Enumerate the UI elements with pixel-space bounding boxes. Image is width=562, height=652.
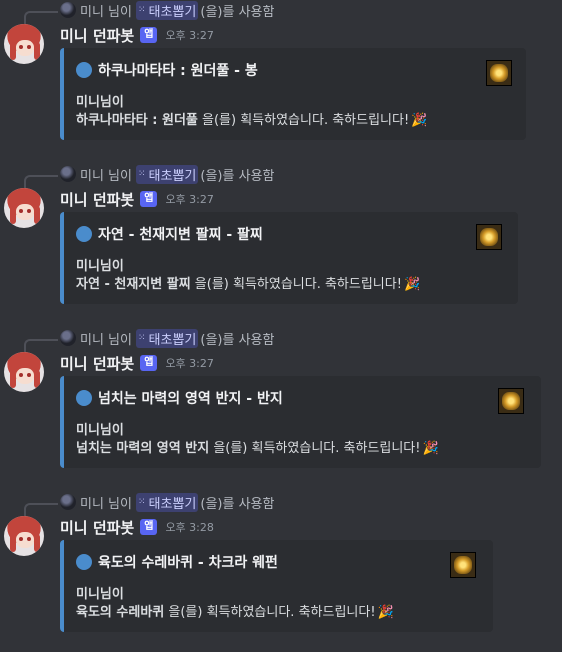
- reply-avatar[interactable]: [60, 330, 76, 346]
- timestamp[interactable]: 오후 3:28: [165, 519, 213, 535]
- embed-title: 육도의 수레바퀴 - 차크라 웨펀: [76, 552, 278, 572]
- timestamp[interactable]: 오후 3:27: [165, 191, 213, 207]
- party-popper-icon: 🎉: [422, 441, 439, 456]
- reply-context[interactable]: 미니 님이 ⁙ 태초뽑기 (을)를 사용함: [60, 492, 274, 512]
- reply-username[interactable]: 미니 님이: [80, 165, 132, 184]
- app-badge: 앱: [140, 355, 158, 371]
- embed-description: 육도의 수레바퀴 을(를) 획득하였습니다. 축하드립니다! 🎉: [76, 601, 394, 620]
- command-name: 태초뽑기: [148, 4, 197, 20]
- bot-username[interactable]: 미니 던파봇: [60, 517, 134, 538]
- command-name: 태초뽑기: [148, 496, 197, 512]
- reply-suffix: (을)를 사용함: [200, 496, 275, 512]
- item-name: 자연 - 천재지변 팔찌: [76, 277, 191, 292]
- app-badge: 앱: [140, 191, 158, 207]
- embed-title-text: 넘치는 마력의 영역 반지 - 반지: [98, 391, 283, 407]
- party-popper-icon: 🎉: [403, 277, 421, 292]
- embed-title: 자연 - 천재지변 팔찌 - 팔찌: [76, 224, 263, 244]
- command-name: 태초뽑기: [148, 332, 197, 348]
- bot-username[interactable]: 미니 던파봇: [60, 25, 134, 46]
- message: 미니 님이 ⁙ 태초뽑기 (을)를 사용함 미니 던파봇 앱 오후 3:27 하쿠…: [0, 0, 562, 160]
- acquired-text: 을(를) 획득하였습니다. 축하드립니다!: [164, 605, 376, 620]
- reply-avatar[interactable]: [60, 494, 76, 510]
- item-name: 하쿠나마타타 : 원더풀: [76, 113, 198, 128]
- item-thumbnail[interactable]: [486, 60, 512, 86]
- embed-user: 미니님이: [76, 95, 124, 110]
- blue-circle-icon: [76, 390, 92, 406]
- bot-avatar[interactable]: [4, 24, 44, 64]
- acquired-text: 을(를) 획득하였습니다. 축하드립니다!: [209, 441, 421, 456]
- embed-description: 넘치는 마력의 영역 반지 을(를) 획득하였습니다. 축하드립니다! 🎉: [76, 437, 439, 456]
- slash-command-icon: ⁙: [137, 169, 146, 179]
- reply-suffix: (을)를 사용함: [200, 168, 275, 184]
- embed: 넘치는 마력의 영역 반지 - 반지 미니님이 넘치는 마력의 영역 반지 을(…: [60, 376, 541, 468]
- reply-context[interactable]: 미니 님이 ⁙ 태초뽑기 (을)를 사용함: [60, 164, 274, 184]
- reply-spine: [24, 175, 58, 189]
- message-header: 미니 던파봇 앱 오후 3:27: [60, 24, 214, 46]
- embed-title-text: 육도의 수레바퀴 - 차크라 웨펀: [98, 555, 278, 571]
- bot-avatar[interactable]: [4, 188, 44, 228]
- reply-suffix: (을)를 사용함: [200, 332, 275, 348]
- slash-command-icon: ⁙: [137, 333, 146, 343]
- embed-user: 미니님이: [76, 259, 124, 274]
- embed: 육도의 수레바퀴 - 차크라 웨펀 미니님이 육도의 수레바퀴 을(를) 획득하…: [60, 540, 493, 632]
- embed-description: 자연 - 천재지변 팔찌 을(를) 획득하였습니다. 축하드립니다! 🎉: [76, 273, 420, 292]
- message: 미니 님이 ⁙ 태초뽑기 (을)를 사용함 미니 던파봇 앱 오후 3:27 자연…: [0, 164, 562, 324]
- item-name: 넘치는 마력의 영역 반지: [76, 441, 210, 456]
- message-header: 미니 던파봇 앱 오후 3:28: [60, 516, 214, 538]
- embed-user: 미니님이: [76, 423, 124, 438]
- embed-title-text: 자연 - 천재지변 팔찌 - 팔찌: [98, 227, 263, 243]
- item-thumbnail[interactable]: [476, 224, 502, 250]
- reply-context[interactable]: 미니 님이 ⁙ 태초뽑기 (을)를 사용함: [60, 328, 274, 348]
- command-mention[interactable]: ⁙ 태초뽑기: [135, 164, 199, 184]
- embed-title-text: 하쿠나마타타 : 원더풀 - 봉: [98, 63, 258, 79]
- embed-description: 하쿠나마타타 : 원더풀 을(를) 획득하였습니다. 축하드립니다! 🎉: [76, 109, 427, 128]
- reply-spine: [24, 503, 58, 517]
- slash-command-icon: ⁙: [137, 497, 146, 507]
- reply-suffix: (을)를 사용함: [200, 4, 275, 20]
- app-badge: 앱: [140, 519, 158, 535]
- embed-title: 하쿠나마타타 : 원더풀 - 봉: [76, 60, 258, 80]
- bot-avatar[interactable]: [4, 352, 44, 392]
- bot-username[interactable]: 미니 던파봇: [60, 353, 134, 374]
- blue-circle-icon: [76, 62, 92, 78]
- acquired-text: 을(를) 획득하였습니다. 축하드립니다!: [190, 277, 402, 292]
- bot-username[interactable]: 미니 던파봇: [60, 189, 134, 210]
- bot-avatar[interactable]: [4, 516, 44, 556]
- reply-spine: [24, 11, 58, 25]
- acquired-text: 을(를) 획득하였습니다. 축하드립니다!: [197, 113, 410, 128]
- item-name: 육도의 수레바퀴: [76, 605, 165, 620]
- blue-circle-icon: [76, 226, 92, 242]
- reply-username[interactable]: 미니 님이: [80, 493, 132, 512]
- reply-username[interactable]: 미니 님이: [80, 329, 132, 348]
- embed: 하쿠나마타타 : 원더풀 - 봉 미니님이 하쿠나마타타 : 원더풀 을(를) …: [60, 48, 526, 140]
- timestamp[interactable]: 오후 3:27: [165, 355, 213, 371]
- reply-spine: [24, 339, 58, 353]
- command-name: 태초뽑기: [148, 168, 197, 184]
- party-popper-icon: 🎉: [377, 605, 394, 620]
- item-thumbnail[interactable]: [498, 388, 524, 414]
- command-mention[interactable]: ⁙ 태초뽑기: [135, 0, 199, 20]
- embed-user: 미니님이: [76, 587, 124, 602]
- reply-avatar[interactable]: [60, 166, 76, 182]
- message-header: 미니 던파봇 앱 오후 3:27: [60, 188, 214, 210]
- item-thumbnail[interactable]: [450, 552, 476, 578]
- slash-command-icon: ⁙: [137, 5, 146, 15]
- command-mention[interactable]: ⁙ 태초뽑기: [135, 328, 199, 348]
- timestamp[interactable]: 오후 3:27: [165, 27, 213, 43]
- blue-circle-icon: [76, 554, 92, 570]
- embed: 자연 - 천재지변 팔찌 - 팔찌 미니님이 자연 - 천재지변 팔찌 을(를)…: [60, 212, 518, 304]
- app-badge: 앱: [140, 27, 158, 43]
- message: 미니 님이 ⁙ 태초뽑기 (을)를 사용함 미니 던파봇 앱 오후 3:27 넘치…: [0, 328, 562, 488]
- party-popper-icon: 🎉: [411, 113, 428, 128]
- command-mention[interactable]: ⁙ 태초뽑기: [135, 492, 199, 512]
- reply-context[interactable]: 미니 님이 ⁙ 태초뽑기 (을)를 사용함: [60, 0, 274, 20]
- reply-username[interactable]: 미니 님이: [80, 1, 132, 20]
- message-header: 미니 던파봇 앱 오후 3:27: [60, 352, 214, 374]
- reply-avatar[interactable]: [60, 2, 76, 18]
- embed-title: 넘치는 마력의 영역 반지 - 반지: [76, 388, 283, 408]
- message: 미니 님이 ⁙ 태초뽑기 (을)를 사용함 미니 던파봇 앱 오후 3:28 육도…: [0, 492, 562, 652]
